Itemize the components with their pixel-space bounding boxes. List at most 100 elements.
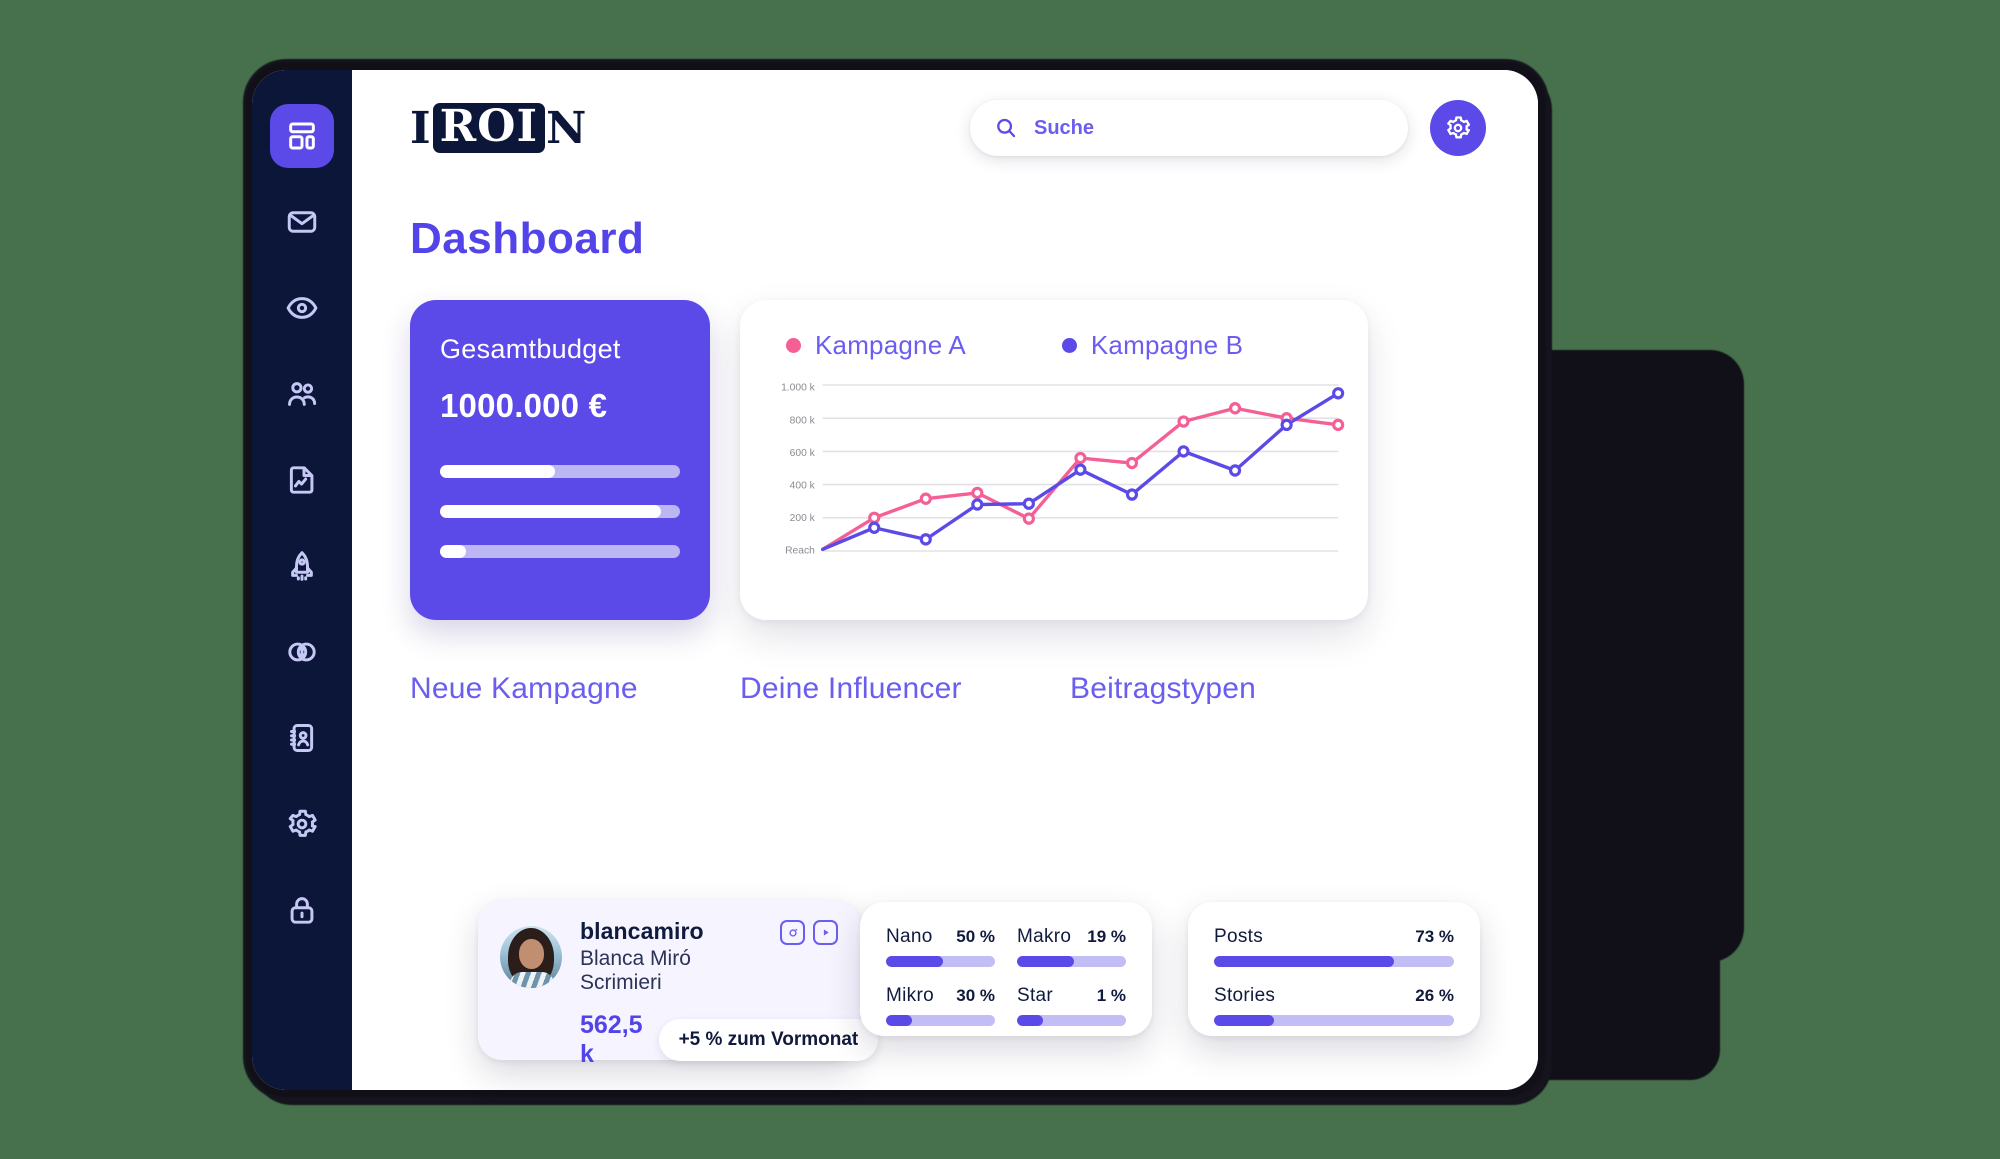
influencer-tier-grid: Nano 50 % Makro 19 % Mikro 30 % Star 1 %	[886, 926, 1126, 1026]
dashboard-icon	[289, 122, 315, 150]
stat-row: Star 1 %	[1017, 985, 1126, 1026]
influencer-names: blancamiro Blanca Miró Scrimieri	[580, 918, 762, 995]
influencer-full-name: Blanca Miró Scrimieri	[580, 947, 691, 994]
svg-text:600 k: 600 k	[790, 448, 816, 459]
sidebar-item-monitoring[interactable]	[270, 276, 334, 340]
mail-icon	[287, 211, 317, 233]
legend-item[interactable]: Kampagne A	[786, 330, 966, 361]
line-chart-plot: Reach 200 k 400 k 600 k 800 k 1.000 k	[758, 375, 1346, 575]
influencer-change-badge: +5 % zum Vormonat	[658, 1019, 879, 1061]
instagram-icon[interactable]	[780, 920, 805, 945]
budget-progress-bar	[440, 545, 680, 558]
stat-row: Nano 50 %	[886, 926, 995, 967]
page-title: Dashboard	[410, 214, 645, 263]
eye-icon	[286, 297, 318, 319]
sidebar-item-campaigns[interactable]	[270, 534, 334, 598]
lock-icon	[290, 897, 314, 924]
logo-prefix: I	[410, 102, 432, 154]
dashboard-row-primary: Gesamtbudget 1000.000 € Kampagne A Kampa…	[410, 300, 1538, 620]
legend-label: Kampagne B	[1090, 330, 1244, 360]
sidebar	[252, 70, 352, 1090]
influencer-tier-stats-card: Nano 50 % Makro 19 % Mikro 30 % Star 1 %	[860, 902, 1152, 1036]
social-icons	[780, 920, 838, 945]
contact-book-icon	[290, 724, 314, 752]
legend-dot	[786, 338, 801, 353]
stat-percent: 19 %	[1087, 927, 1126, 946]
sidebar-item-messages[interactable]	[270, 190, 334, 254]
stat-label: Star	[1017, 985, 1054, 1006]
influencer-metrics: 562,5 k +5 % zum Vormonat	[580, 1011, 879, 1069]
sidebar-item-reports[interactable]	[270, 448, 334, 512]
sidebar-item-dashboard[interactable]	[270, 104, 334, 168]
stat-progress-bar	[1017, 956, 1126, 967]
svg-text:1.000 k: 1.000 k	[781, 383, 816, 394]
document-chart-icon	[289, 466, 314, 494]
section-heading-new-campaign: Neue Kampagne	[410, 672, 638, 705]
youtube-icon[interactable]	[813, 920, 838, 945]
settings-button[interactable]	[1430, 100, 1486, 156]
app-logo: I ROI N	[410, 103, 587, 154]
topbar: I ROI N	[352, 70, 1538, 186]
stat-label: Makro	[1017, 926, 1072, 947]
influencer-handle: blancamiro	[580, 918, 704, 944]
logo-boxed: ROI	[432, 103, 546, 153]
search-icon	[997, 118, 1016, 138]
avatar	[500, 925, 562, 988]
svg-text:400 k: 400 k	[790, 480, 816, 491]
legend-label: Kampagne A	[815, 330, 966, 360]
stat-row: Makro 19 %	[1017, 926, 1126, 967]
stat-label: Nano	[886, 926, 933, 947]
logo-suffix: N	[546, 102, 588, 154]
influencer-card-header: blancamiro Blanca Miró Scrimieri	[500, 918, 838, 995]
stat-row: Posts 73 %	[1214, 926, 1454, 967]
sidebar-item-integrations[interactable]	[270, 620, 334, 684]
reach-chart-card: Kampagne A Kampagne B Reach 200 k 400 k 600…	[740, 300, 1368, 620]
budget-progress-bars	[440, 465, 680, 558]
venn-circles-icon	[288, 642, 316, 662]
stat-row: Stories 26 %	[1214, 985, 1454, 1026]
gear-icon	[288, 809, 317, 837]
stat-progress-bar	[886, 956, 995, 967]
sidebar-item-settings[interactable]	[270, 792, 334, 856]
rocket-icon	[291, 551, 313, 581]
stat-percent: 50 %	[956, 927, 995, 946]
sidebar-item-contacts[interactable]	[270, 706, 334, 770]
total-budget-card: Gesamtbudget 1000.000 €	[410, 300, 710, 620]
stat-label: Posts	[1214, 926, 1264, 947]
post-types-stats-card: Posts 73 % Stories 26 %	[1188, 902, 1480, 1036]
sidebar-item-security[interactable]	[270, 878, 334, 942]
svg-text:Reach: Reach	[785, 545, 815, 556]
search-input[interactable]	[1034, 116, 1384, 140]
legend-item[interactable]: Kampagne B	[1061, 330, 1244, 361]
users-icon	[288, 382, 317, 406]
budget-progress-bar	[440, 505, 680, 518]
stat-progress-bar	[1214, 1015, 1454, 1026]
stat-progress-bar	[886, 1015, 995, 1026]
chart-legend: Kampagne A Kampagne B	[758, 324, 1346, 361]
legend-dot	[1061, 338, 1077, 353]
stat-row: Mikro 30 %	[886, 985, 995, 1026]
svg-text:200 k: 200 k	[790, 513, 816, 524]
stat-percent: 73 %	[1415, 927, 1454, 946]
stat-percent: 30 %	[956, 986, 995, 1005]
influencer-reach: 562,5 k	[580, 1011, 643, 1068]
stat-label: Mikro	[886, 985, 934, 1006]
svg-text:800 k: 800 k	[790, 415, 816, 426]
stat-percent: 1 %	[1096, 986, 1126, 1005]
influencer-card[interactable]: blancamiro Blanca Miró Scrimieri 562,5 k…	[478, 900, 879, 1068]
section-heading-post-types: Beitragstypen	[1070, 672, 1257, 705]
section-headings: Neue Kampagne Deine Influencer Beitragst…	[410, 672, 1538, 706]
sidebar-item-influencers[interactable]	[270, 362, 334, 426]
stat-label: Stories	[1214, 985, 1276, 1006]
section-heading-your-influencers: Deine Influencer	[740, 672, 962, 705]
budget-progress-bar	[440, 465, 680, 478]
stat-progress-bar	[1017, 1015, 1126, 1026]
stat-progress-bar	[1214, 956, 1454, 967]
post-types-list: Posts 73 % Stories 26 %	[1214, 926, 1454, 1026]
gear-icon	[1447, 116, 1471, 139]
line-chart-axis-labels: Reach 200 k 400 k 600 k 800 k 1.000 k	[781, 383, 816, 557]
total-budget-amount: 1000.000 €	[440, 387, 608, 424]
total-budget-title: Gesamtbudget	[440, 334, 621, 364]
search-bar[interactable]	[970, 100, 1408, 156]
stat-percent: 26 %	[1415, 986, 1454, 1005]
